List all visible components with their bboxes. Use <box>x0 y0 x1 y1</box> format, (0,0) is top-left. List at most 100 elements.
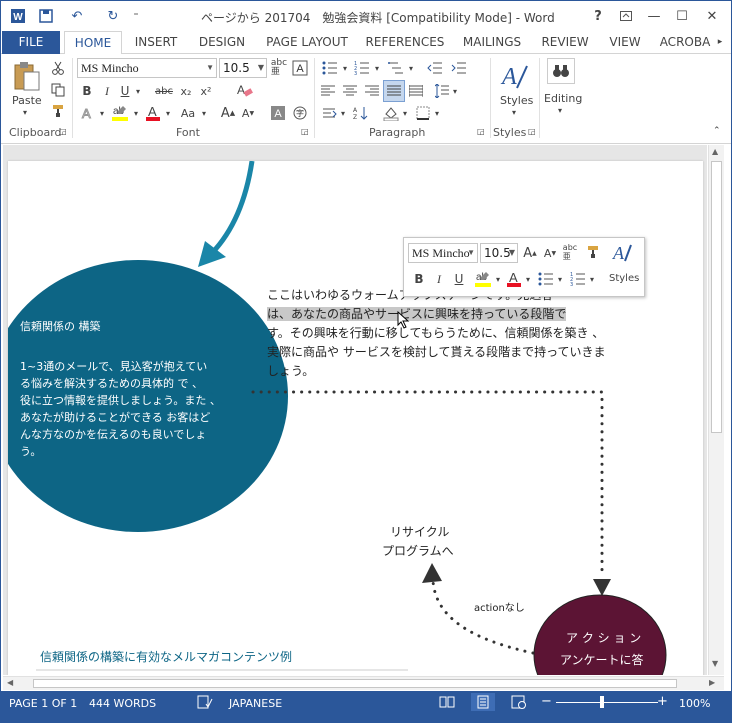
phonetic-guide-icon[interactable]: abc 亜 <box>270 58 288 78</box>
superscript-button[interactable]: x² <box>197 82 215 100</box>
redo-icon[interactable]: ↻ <box>103 7 123 25</box>
zoom-slider[interactable] <box>556 702 658 703</box>
help-button[interactable]: ? <box>585 5 611 27</box>
underline-button[interactable]: U <box>117 82 133 100</box>
borders-icon[interactable] <box>413 104 433 122</box>
change-case-button[interactable]: Aa <box>177 104 199 122</box>
decrease-indent-icon[interactable] <box>425 58 445 78</box>
scroll-down-icon[interactable]: ▼ <box>712 659 718 668</box>
format-painter-icon[interactable] <box>49 102 67 120</box>
mini-format-painter-icon[interactable] <box>584 242 602 262</box>
scroll-up-icon[interactable]: ▲ <box>712 147 718 156</box>
tab-design[interactable]: DESIGN <box>193 31 251 54</box>
tab-page-layout[interactable]: PAGE LAYOUT <box>263 31 351 54</box>
mini-highlight-dropdown-icon[interactable]: ▾ <box>494 270 502 288</box>
ribbon-display-options-icon[interactable] <box>613 5 639 27</box>
align-center-icon[interactable] <box>341 82 359 100</box>
font-color-dropdown-icon[interactable]: ▾ <box>163 104 173 122</box>
mini-grow-font-icon[interactable]: A ▲ <box>522 244 538 262</box>
tab-references[interactable]: REFERENCES <box>363 31 447 54</box>
strikethrough-button[interactable]: abc <box>153 82 175 100</box>
close-button[interactable]: ✕ <box>699 5 725 27</box>
bullets-icon[interactable] <box>319 58 341 78</box>
paste-button[interactable]: Paste <box>12 94 42 107</box>
collapse-ribbon-icon[interactable]: ⌃ <box>713 126 721 136</box>
shading-dropdown-icon[interactable]: ▾ <box>401 104 409 122</box>
tab-home[interactable]: HOME <box>64 31 122 55</box>
paste-icon[interactable] <box>9 58 45 94</box>
tab-view[interactable]: VIEW <box>603 31 647 54</box>
change-case-dropdown-icon[interactable]: ▾ <box>199 104 209 122</box>
mini-shrink-font-icon[interactable]: A ▼ <box>542 244 558 262</box>
paragraph-launcher-icon[interactable]: ◲ <box>477 127 485 136</box>
distributed-icon[interactable] <box>407 82 425 100</box>
editing-dropdown-icon[interactable]: ▾ <box>558 106 562 115</box>
maximize-button[interactable]: ☐ <box>669 5 695 27</box>
tab-mailings[interactable]: MAILINGS <box>457 31 527 54</box>
enclosed-character-icon[interactable]: 字 <box>291 104 309 122</box>
character-shading-icon[interactable]: A <box>269 104 287 122</box>
shrink-font-icon[interactable]: A ▼ <box>239 104 257 122</box>
word-count[interactable]: 444 WORDS <box>89 697 156 710</box>
body-line[interactable]: しょう。 <box>267 362 314 381</box>
text-effects-dropdown-icon[interactable]: ▾ <box>97 104 107 122</box>
mini-underline-button[interactable]: U <box>452 270 466 288</box>
underline-dropdown-icon[interactable]: ▾ <box>133 82 143 100</box>
borders-dropdown-icon[interactable]: ▾ <box>433 104 441 122</box>
mini-numbering-dropdown-icon[interactable]: ▾ <box>588 270 596 288</box>
enclose-characters-icon[interactable]: A <box>291 58 309 78</box>
horizontal-scrollbar[interactable]: ◀ ▶ <box>3 676 724 690</box>
customize-qat-icon[interactable]: ⁼ <box>129 7 143 25</box>
zoom-in-button[interactable]: + <box>657 694 668 709</box>
subscript-button[interactable]: x₂ <box>177 82 195 100</box>
mini-bold-button[interactable]: B <box>412 270 426 288</box>
font-size-select[interactable]: 10.5 ▼ <box>219 58 267 78</box>
copy-icon[interactable] <box>49 81 67 99</box>
styles-dropdown-icon[interactable]: ▾ <box>512 108 516 117</box>
cut-icon[interactable] <box>49 59 67 77</box>
bullets-dropdown-icon[interactable]: ▾ <box>341 58 349 78</box>
zoom-slider-thumb[interactable] <box>600 696 604 708</box>
page-count[interactable]: PAGE 1 OF 1 <box>9 697 77 710</box>
save-icon[interactable] <box>37 7 55 25</box>
tab-review[interactable]: REVIEW <box>537 31 593 54</box>
asian-layout-dropdown-icon[interactable]: ▾ <box>339 104 347 122</box>
proofing-icon[interactable] <box>197 695 213 712</box>
mini-font-color-dropdown-icon[interactable]: ▾ <box>524 270 532 288</box>
scroll-right-icon[interactable]: ▶ <box>709 678 715 687</box>
tab-file[interactable]: FILE <box>2 31 60 54</box>
read-mode-icon[interactable] <box>439 695 455 712</box>
vertical-scroll-thumb[interactable] <box>711 161 722 433</box>
tab-acrobat[interactable]: ACROBA <box>657 31 713 54</box>
italic-button[interactable]: I <box>99 82 115 100</box>
justify-icon[interactable] <box>383 80 405 102</box>
mini-font-name-select[interactable]: MS Mincho ▼ <box>408 243 478 263</box>
font-launcher-icon[interactable]: ◲ <box>301 127 309 136</box>
vertical-scrollbar[interactable]: ▲ ▼ <box>708 145 724 675</box>
bold-button[interactable]: B <box>79 82 95 100</box>
web-layout-icon[interactable] <box>511 695 527 712</box>
mini-styles-icon[interactable]: A <box>610 240 636 264</box>
mini-bullets-dropdown-icon[interactable]: ▾ <box>556 270 564 288</box>
tab-insert[interactable]: INSERT <box>129 31 183 54</box>
sort-icon[interactable]: AZ <box>351 104 371 122</box>
editing-button[interactable]: Editing <box>544 92 582 105</box>
asian-layout-icon[interactable] <box>319 104 339 122</box>
multilevel-dropdown-icon[interactable]: ▾ <box>407 58 415 78</box>
clear-formatting-icon[interactable]: A <box>233 80 255 100</box>
styles-icon[interactable]: A <box>497 58 533 94</box>
mini-styles-label[interactable]: Styles <box>609 273 639 284</box>
zoom-level[interactable]: 100% <box>679 697 710 710</box>
numbering-icon[interactable]: 123 <box>351 58 373 78</box>
line-spacing-icon[interactable] <box>433 82 451 100</box>
zoom-out-button[interactable]: − <box>541 694 552 709</box>
clipboard-launcher-icon[interactable]: ◲ <box>59 127 67 136</box>
font-name-select[interactable]: MS Mincho ▼ <box>77 58 217 78</box>
mini-highlight-icon[interactable]: ab <box>472 268 494 290</box>
tabs-scroll-right-icon[interactable]: ▸ <box>713 31 727 54</box>
body-line[interactable]: 実際に商品や サービスを検討して貰える段階まで持っていきま <box>267 343 606 362</box>
highlight-icon[interactable]: ab <box>109 102 131 124</box>
horizontal-scroll-thumb[interactable] <box>33 679 677 688</box>
language-indicator[interactable]: JAPANESE <box>229 697 282 710</box>
mini-phonetic-icon[interactable]: abc 亜 <box>562 242 578 262</box>
